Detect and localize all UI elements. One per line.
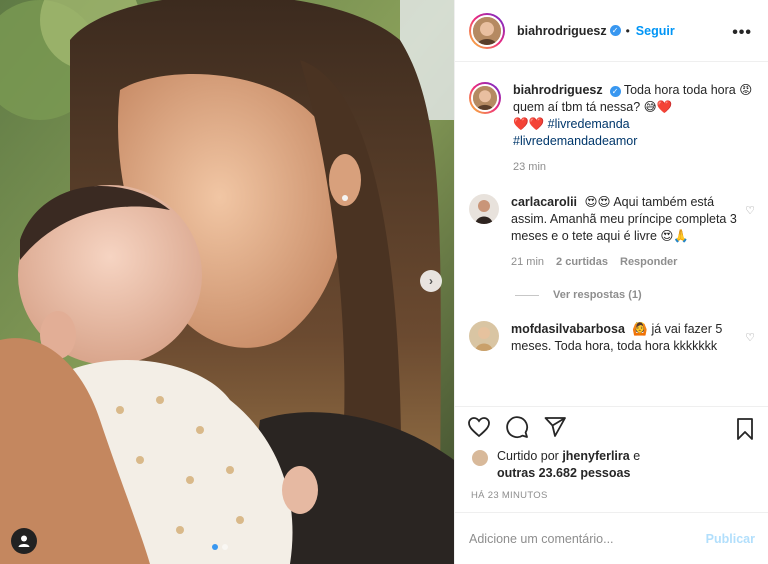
caption-meta: 23 min <box>513 159 755 176</box>
comment-time[interactable]: 21 min <box>511 254 544 271</box>
carousel-indicator <box>212 544 228 550</box>
caption-avatar <box>471 84 499 112</box>
liker-avatar[interactable] <box>471 449 489 467</box>
liked-by-conjunction: e <box>633 449 641 463</box>
post-header: biahrodriguesz ✓ • Seguir ••• <box>455 0 768 62</box>
replies-divider <box>515 294 539 296</box>
hashtag-link[interactable]: #livredemanda <box>548 117 630 131</box>
commenter-username[interactable]: carlacarolii <box>511 195 577 209</box>
like-comment-heart-icon[interactable]: ♡ <box>745 331 755 344</box>
comment-icon[interactable] <box>505 415 529 439</box>
verified-badge-icon: ✓ <box>609 25 621 36</box>
view-replies-label: Ver respostas (1) <box>553 289 642 301</box>
author-username[interactable]: biahrodriguesz <box>517 24 607 38</box>
commenter-avatar[interactable] <box>469 321 499 351</box>
bookmark-icon[interactable] <box>733 417 757 441</box>
heart-icon[interactable] <box>467 415 491 439</box>
author-avatar <box>471 14 503 47</box>
comment-input[interactable] <box>469 531 706 546</box>
follow-button[interactable]: Seguir <box>636 24 675 38</box>
post-actions-bar <box>455 406 768 446</box>
post-timestamp[interactable]: HÁ 23 MINUTOS <box>471 490 548 501</box>
others-likes-link[interactable]: outras 23.682 pessoas <box>497 466 630 480</box>
liker-username[interactable]: jhenyferlira <box>562 449 629 463</box>
commenter-avatar[interactable] <box>469 194 499 224</box>
caption: biahrodriguesz ✓ Toda hora toda hora 😡 qu… <box>469 82 755 176</box>
comment-likes[interactable]: 2 curtidas <box>556 254 608 271</box>
instagram-post: › biahrodriguesz ✓ • Seguir ••• biahrodr… <box>0 0 768 564</box>
publish-button[interactable]: Publicar <box>706 532 755 546</box>
comment-body: carlacarolii 😍😍 Aqui também está assim. … <box>511 194 737 271</box>
caption-username[interactable]: biahrodriguesz <box>513 83 603 97</box>
chevron-right-icon: › <box>429 274 433 288</box>
next-photo-button[interactable]: › <box>420 270 442 292</box>
photo-mother-kissing-baby <box>0 0 454 564</box>
separator-dot: • <box>625 23 630 38</box>
liked-by: Curtido por jhenyferlira e outras 23.682… <box>471 448 640 482</box>
reply-button[interactable]: Responder <box>620 254 677 271</box>
comment-item: mofdasilvabarbosa 🙆 já vai fazer 5 meses… <box>469 321 755 355</box>
comments-section[interactable]: biahrodriguesz ✓ Toda hora toda hora 😡 qu… <box>455 62 768 406</box>
caption-time[interactable]: 23 min <box>513 159 546 176</box>
caption-body: biahrodriguesz ✓ Toda hora toda hora 😡 qu… <box>513 82 755 176</box>
more-options-icon[interactable]: ••• <box>732 24 752 42</box>
like-comment-heart-icon[interactable]: ♡ <box>745 204 755 217</box>
caption-avatar-ring[interactable] <box>469 82 501 114</box>
tagged-users-button[interactable] <box>11 528 37 554</box>
post-photo[interactable]: › <box>0 0 454 564</box>
caption-text-hearts: ❤️❤️ <box>513 117 545 131</box>
hashtag-link[interactable]: #livredemandadeamor <box>513 134 637 148</box>
carousel-dot <box>222 544 228 550</box>
liked-by-prefix: Curtido por <box>497 449 559 463</box>
author-avatar-ring[interactable] <box>469 12 505 49</box>
user-tag-icon <box>18 535 30 547</box>
share-icon[interactable] <box>543 415 567 439</box>
comment-item: carlacarolii 😍😍 Aqui também está assim. … <box>469 194 755 271</box>
view-replies-button[interactable]: Ver respostas (1) <box>515 289 755 301</box>
add-comment-box: Publicar <box>455 512 768 564</box>
comment-meta: 21 min 2 curtidas Responder <box>511 254 737 271</box>
comment-body: mofdasilvabarbosa 🙆 já vai fazer 5 meses… <box>511 321 737 355</box>
commenter-username[interactable]: mofdasilvabarbosa <box>511 322 625 336</box>
carousel-dot-active <box>212 544 218 550</box>
verified-badge-icon: ✓ <box>609 86 621 97</box>
liked-by-text: Curtido por jhenyferlira e outras 23.682… <box>497 448 640 482</box>
post-side-panel: biahrodriguesz ✓ • Seguir ••• biahrodrig… <box>454 0 768 564</box>
